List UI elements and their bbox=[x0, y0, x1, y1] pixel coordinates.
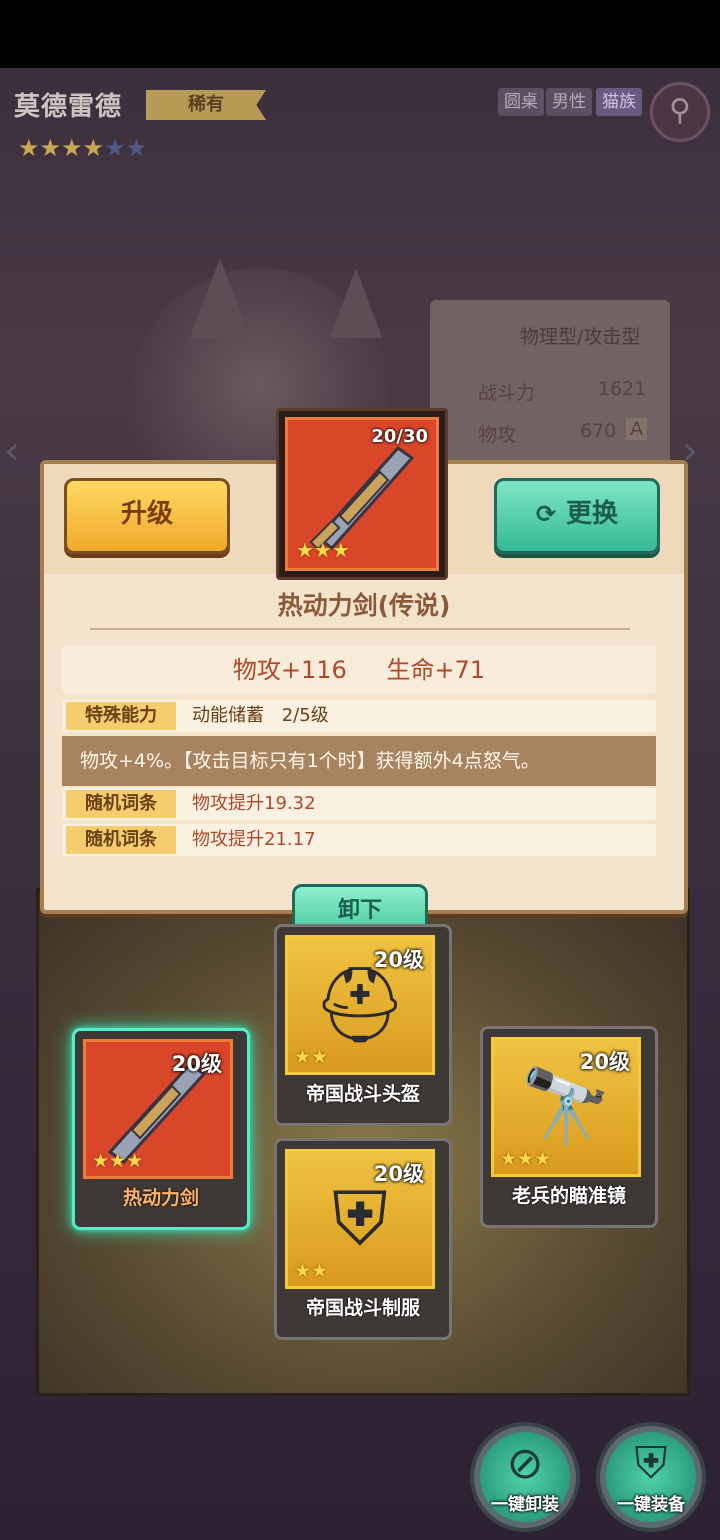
slot-level: 20级 bbox=[579, 1050, 630, 1074]
slot-stars: ★★★ bbox=[92, 1150, 144, 1172]
grade-badge: A bbox=[626, 418, 647, 440]
tag-round-table: 圆桌 bbox=[498, 88, 544, 116]
armor-icon: ⛨ bbox=[634, 1438, 668, 1489]
random-attribute-stat: 物攻提升 bbox=[192, 829, 264, 850]
equip-slot-weapon[interactable]: 20级 ★★★ 热动力剑 bbox=[72, 1028, 250, 1230]
special-ability-label: 特殊能力 bbox=[66, 702, 176, 730]
random-attribute-label: 随机词条 bbox=[66, 790, 176, 818]
random-attribute-value: 物攻提升21.17 bbox=[192, 824, 316, 856]
slot-level: 20级 bbox=[373, 948, 424, 972]
helmet-art: ⛑ 20级 ★★ bbox=[285, 935, 435, 1075]
tag-gender: 男性 bbox=[546, 88, 592, 116]
selected-item-icon: 20/30 ★★★ bbox=[276, 408, 448, 580]
slot-name: 老兵的瞄准镜 bbox=[511, 1185, 626, 1207]
prev-hero-chevron-icon[interactable]: ‹ bbox=[4, 428, 20, 474]
atk-label: 物攻 bbox=[478, 424, 517, 446]
fish-emblem-icon[interactable]: ⚲ bbox=[650, 82, 710, 142]
special-ability-description: 物攻+4%。【攻击目标只有1个时】获得额外4点怒气。 bbox=[62, 736, 656, 786]
item-frame: 20/30 ★★★ bbox=[285, 417, 439, 571]
special-ability-value: 动能储蓄 2/5级 bbox=[192, 700, 329, 732]
power-value: 1621 bbox=[598, 378, 647, 400]
unequip-all-label: 一键卸装 bbox=[491, 1495, 559, 1515]
hero-type: 物理型/攻击型 bbox=[520, 326, 641, 348]
slot-name: 帝国战斗头盔 bbox=[305, 1083, 420, 1105]
game-screen: 莫德雷德 稀有 ★★★★★★ 圆桌 男性 猫族 ⚲ 物理型/攻击型 战斗力 16… bbox=[0, 68, 720, 1540]
replace-button[interactable]: ⟳ 更换 bbox=[494, 478, 660, 554]
unequip-all-button[interactable]: ⊘ 一键卸装 bbox=[474, 1426, 576, 1528]
equip-all-button[interactable]: ⛨ 一键装备 bbox=[600, 1426, 702, 1528]
random-attribute-number: 21.17 bbox=[264, 829, 316, 850]
random-attribute-label: 随机词条 bbox=[66, 826, 176, 854]
item-stars: ★★★ bbox=[296, 538, 350, 562]
random-attribute-value: 物攻提升19.32 bbox=[192, 788, 316, 820]
prohibit-icon: ⊘ bbox=[506, 1438, 544, 1489]
weapon-art: 20级 ★★★ bbox=[83, 1039, 233, 1179]
slot-name: 帝国战斗制服 bbox=[305, 1297, 420, 1319]
rarity-ribbon: 稀有 bbox=[146, 90, 266, 120]
equip-slot-armor[interactable]: ⛨ 20级 ★★ 帝国战斗制服 bbox=[274, 1138, 452, 1340]
hero-ear-left bbox=[190, 258, 250, 338]
random-attribute-row: 随机词条 物攻提升19.32 bbox=[62, 788, 656, 820]
special-ability-row: 特殊能力 动能储蓄 2/5级 bbox=[62, 700, 656, 732]
equip-slot-accessory[interactable]: 🔭 20级 ★★★ 老兵的瞄准镜 bbox=[480, 1026, 658, 1228]
slot-stars: ★★ bbox=[294, 1046, 329, 1068]
main-stats: 物攻+116 生命+71 bbox=[62, 646, 656, 694]
tag-race: 猫族 bbox=[596, 88, 642, 116]
slot-level: 20级 bbox=[373, 1162, 424, 1186]
power-label: 战斗力 bbox=[478, 382, 536, 404]
slot-name: 热动力剑 bbox=[122, 1187, 199, 1209]
hero-name: 莫德雷德 bbox=[14, 92, 123, 122]
refresh-icon: ⟳ bbox=[535, 500, 557, 528]
scope-art: 🔭 20级 ★★★ bbox=[491, 1037, 641, 1177]
title-divider bbox=[90, 628, 630, 630]
random-attribute-row: 随机词条 物攻提升21.17 bbox=[62, 824, 656, 856]
equip-all-label: 一键装备 bbox=[617, 1495, 685, 1515]
slot-stars: ★★ bbox=[294, 1260, 329, 1282]
random-attribute-number: 19.32 bbox=[264, 793, 316, 814]
upgrade-button[interactable]: 升级 bbox=[64, 478, 230, 554]
slot-stars: ★★★ bbox=[500, 1148, 552, 1170]
armor-art: ⛨ 20级 ★★ bbox=[285, 1149, 435, 1289]
equip-slot-helmet[interactable]: ⛑ 20级 ★★ 帝国战斗头盔 bbox=[274, 924, 452, 1126]
random-attribute-stat: 物攻提升 bbox=[192, 793, 264, 814]
main-stat-atk: 物攻+116 bbox=[232, 656, 347, 684]
slot-level: 20级 bbox=[171, 1052, 222, 1076]
hero-star-rating: ★★★★★★ bbox=[18, 134, 148, 162]
item-title: 热动力剑(传说) bbox=[277, 591, 451, 620]
main-stat-hp: 生命+71 bbox=[386, 656, 486, 684]
replace-label: 更换 bbox=[566, 499, 619, 529]
atk-value: 670 bbox=[580, 420, 617, 442]
hero-ear-right bbox=[330, 268, 382, 338]
special-ability-level: 2/5级 bbox=[281, 705, 329, 726]
special-ability-name: 动能储蓄 bbox=[192, 705, 264, 726]
durability-text: 20/30 bbox=[371, 426, 428, 447]
